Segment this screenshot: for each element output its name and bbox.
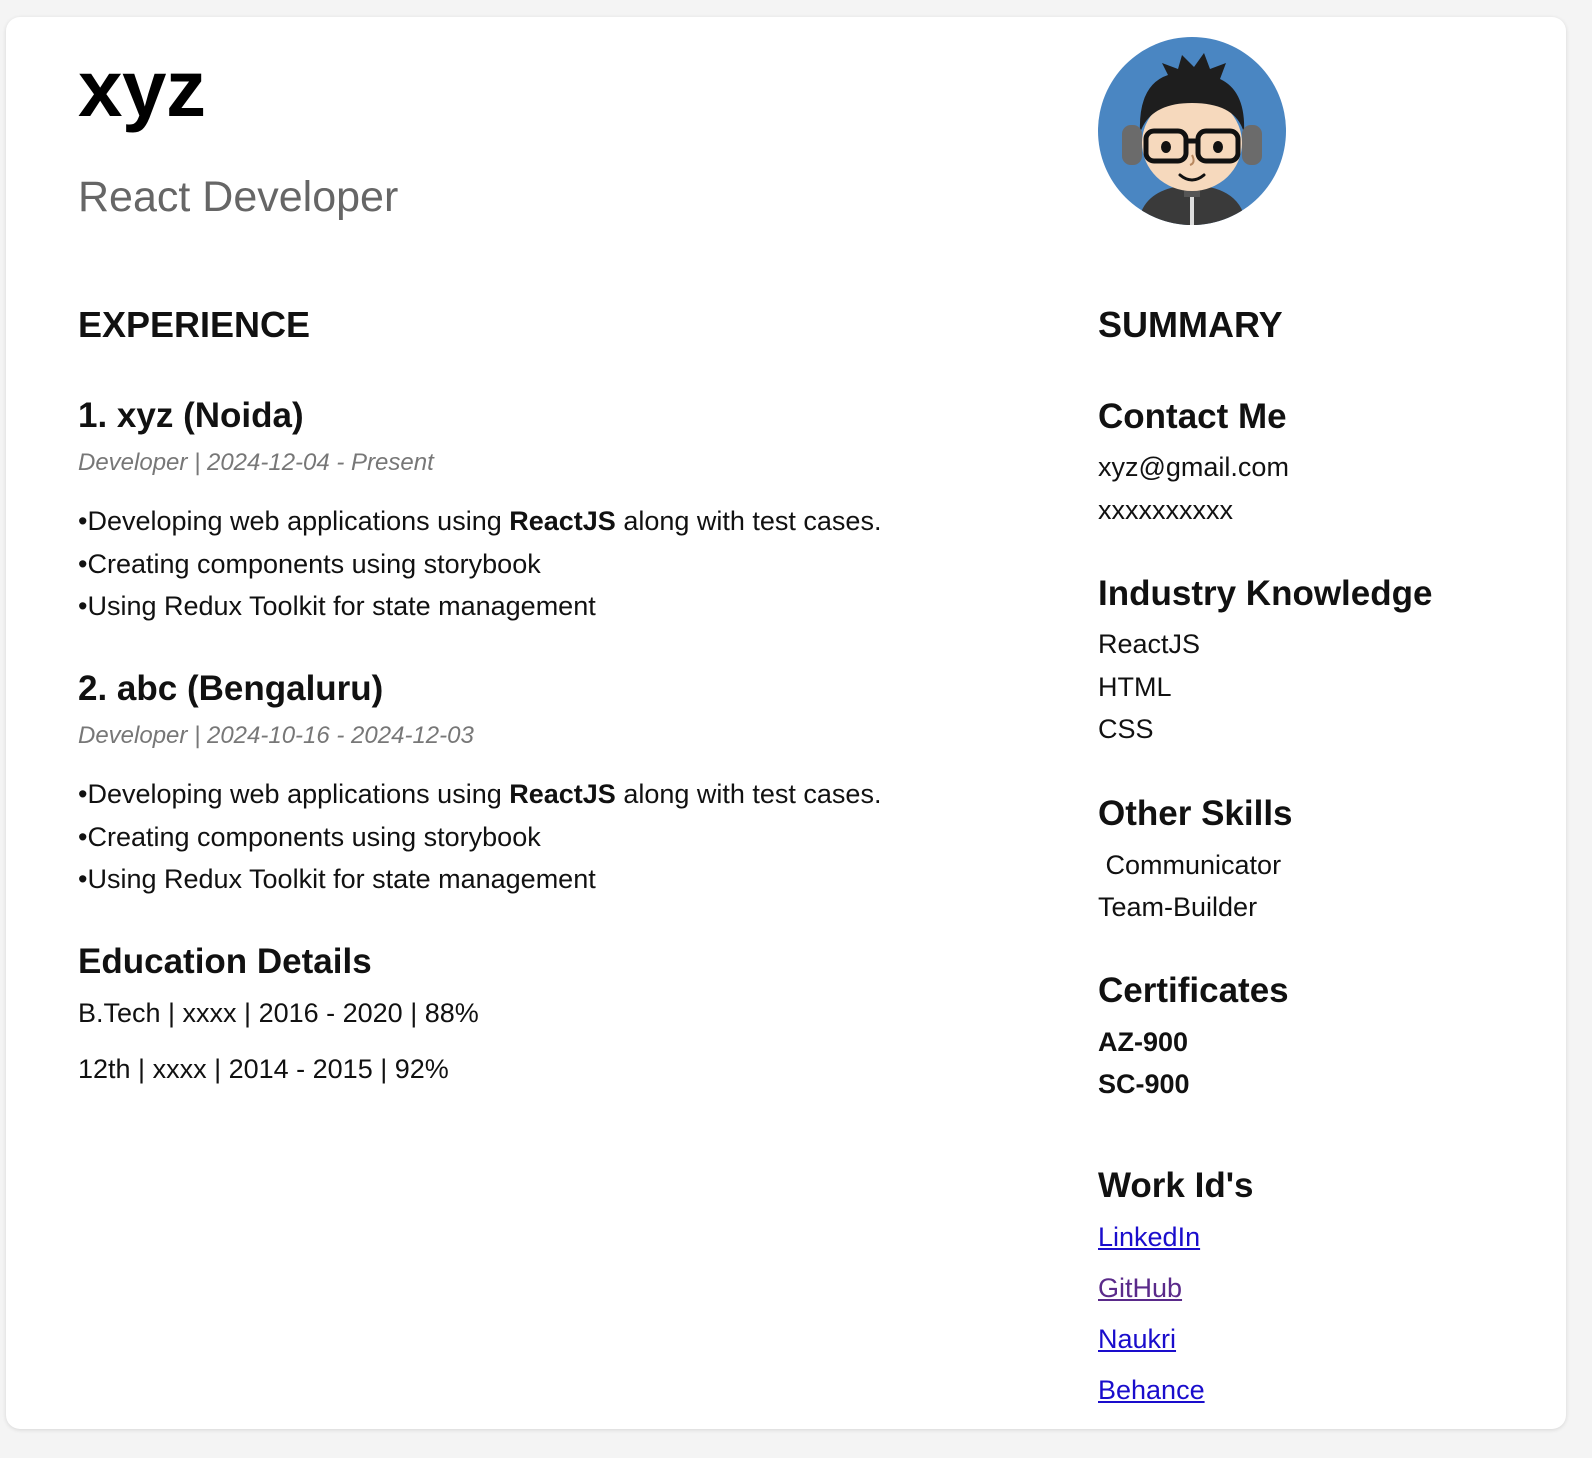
candidate-name: xyz	[78, 44, 206, 133]
job-meta: Developer | 2024-12-04 - Present	[78, 449, 434, 476]
linkedin-link[interactable]: LinkedIn	[1098, 1221, 1200, 1253]
certificate-item: AZ-900	[1098, 1027, 1189, 1057]
job-meta: Developer | 2024-10-16 - 2024-12-03	[78, 722, 474, 749]
work-ids-heading: Work Id's	[1098, 1166, 1254, 1205]
industry-item: ReactJS	[1098, 629, 1201, 659]
certificates-heading: Certificates	[1098, 971, 1289, 1010]
education-heading: Education Details	[78, 942, 372, 981]
contact-phone: xxxxxxxxxx	[1098, 495, 1233, 525]
experience-heading: EXPERIENCE	[78, 304, 311, 345]
industry-item: HTML	[1098, 672, 1172, 702]
naukri-link[interactable]: Naukri	[1098, 1323, 1176, 1355]
contact-heading: Contact Me	[1098, 397, 1287, 436]
job-bullet: Developing web applications using ReactJ…	[78, 773, 881, 816]
contact-email: xyz@gmail.com	[1098, 452, 1289, 482]
job-title: 2. abc (Bengaluru)	[78, 669, 384, 708]
job-bullet: Using Redux Toolkit for state management	[78, 585, 881, 628]
skill-item: Team-Builder	[1098, 892, 1258, 922]
behance-link[interactable]: Behance	[1098, 1374, 1205, 1406]
job-bullets: Developing web applications using ReactJ…	[78, 773, 881, 901]
education-line: 12th | xxxx | 2014 - 2015 | 92%	[78, 1054, 449, 1084]
certificate-item: SC-900	[1098, 1069, 1190, 1099]
job-bullet: Developing web applications using ReactJ…	[78, 500, 881, 543]
other-skills-heading: Other Skills	[1098, 794, 1293, 833]
job-title: 1. xyz (Noida)	[78, 396, 304, 435]
summary-heading: SUMMARY	[1098, 304, 1283, 345]
industry-item: CSS	[1098, 714, 1154, 744]
github-link[interactable]: GitHub	[1098, 1272, 1182, 1304]
job-bullet: Creating components using storybook	[78, 816, 881, 859]
job-bullets: Developing web applications using ReactJ…	[78, 500, 881, 628]
avatar-icon	[1098, 37, 1286, 225]
industry-knowledge-heading: Industry Knowledge	[1098, 574, 1433, 613]
job-bullet: Using Redux Toolkit for state management	[78, 858, 881, 901]
education-line: B.Tech | xxxx | 2016 - 2020 | 88%	[78, 998, 479, 1028]
job-bullet: Creating components using storybook	[78, 543, 881, 586]
resume-card: xyz React Developer EXPERIENCE 1. xyz (N…	[6, 17, 1566, 1429]
candidate-role: React Developer	[78, 173, 399, 221]
skill-item: Communicator	[1098, 850, 1282, 880]
